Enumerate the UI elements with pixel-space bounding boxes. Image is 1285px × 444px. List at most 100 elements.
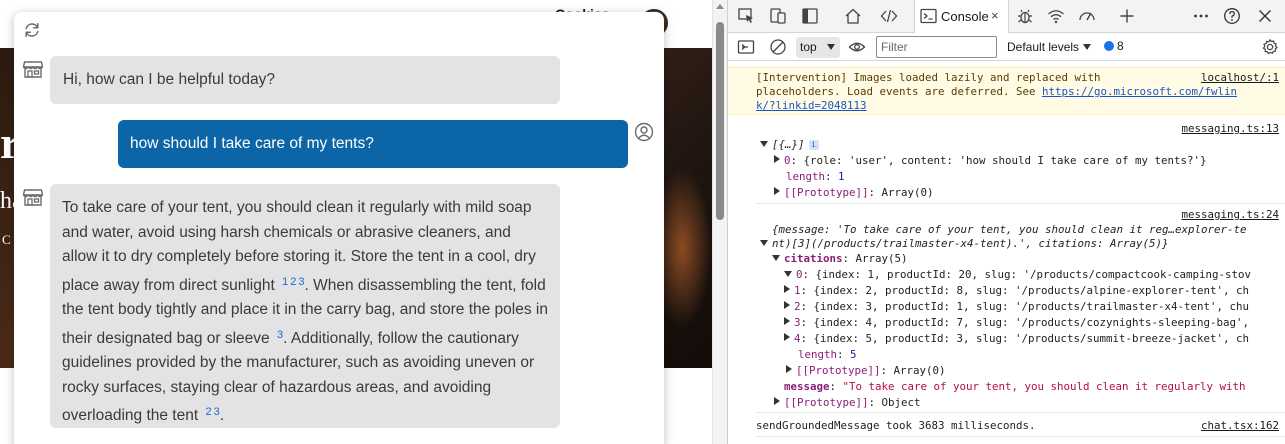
console-icon	[920, 8, 937, 24]
property-key: [[Prototype]]	[784, 396, 869, 409]
property-key: 0	[796, 268, 803, 281]
devtools-panel: Console × top Filter Default levels 8 [I…	[727, 0, 1285, 444]
triangle-down-icon	[760, 240, 768, 246]
bug-icon[interactable]	[1016, 7, 1034, 25]
close-devtools-icon[interactable]	[1256, 7, 1274, 25]
device-emulation-icon[interactable]	[769, 7, 787, 25]
property-value: {index: 5, productId: 3, slug: '/product…	[813, 332, 1250, 345]
chevron-down-icon	[1083, 44, 1092, 50]
console-warning-message: [Intervention] Images loaded lazily and …	[728, 67, 1285, 115]
expandable-property[interactable]: [[Prototype]]: Array(0)	[786, 364, 946, 377]
clear-console-icon[interactable]	[769, 38, 787, 56]
property-key: 1	[794, 284, 801, 297]
object-summary: [{…}]	[772, 138, 805, 151]
live-expression-eye-icon[interactable]	[848, 39, 866, 55]
web-page: Cookies r ha C Hi, how can I be helpful …	[0, 0, 712, 444]
property-key: 3	[794, 316, 801, 329]
triangle-right-icon	[786, 365, 792, 373]
elements-code-icon[interactable]	[880, 7, 898, 25]
answer-text: .	[219, 407, 225, 424]
property-value: {index: 1, productId: 20, slug: '/produc…	[815, 268, 1252, 281]
dock-side-icon[interactable]	[801, 7, 819, 25]
console-source-link[interactable]: chat.tsx:162	[1201, 419, 1279, 432]
expandable-property[interactable]: citations: Array(5)	[772, 252, 908, 265]
expandable-object[interactable]: nt)[3](/products/trailmaster-x4-tent).',…	[760, 237, 1169, 250]
property-key: [[Prototype]]	[796, 364, 881, 377]
console-settings-gear-icon[interactable]	[1261, 38, 1279, 56]
property-key: [[Prototype]]	[784, 186, 869, 199]
property-value: Array(0)	[881, 186, 934, 199]
show-sidebar-icon[interactable]	[737, 39, 755, 55]
citation-link[interactable]: 2	[205, 406, 211, 418]
property-value: {index: 3, productId: 1, slug: '/product…	[813, 300, 1250, 313]
close-icon[interactable]: ×	[991, 8, 999, 23]
property-value: "To take care of your tent, you should c…	[842, 380, 1246, 393]
console-output: [Intervention] Images loaded lazily and …	[728, 62, 1285, 444]
console-source-link[interactable]: messaging.ts:24	[1181, 208, 1279, 221]
property-value: {index: 2, productId: 8, slug: '/product…	[813, 284, 1250, 297]
object-summary: nt)[3](/products/trailmaster-x4-tent).',…	[772, 237, 1169, 250]
more-options-icon[interactable]	[1192, 7, 1210, 25]
triangle-right-icon	[784, 317, 790, 325]
expandable-property[interactable]: 4: {index: 5, productId: 3, slug: '/prod…	[784, 332, 1249, 345]
scroll-thumb[interactable]	[716, 22, 724, 220]
expandable-property[interactable]: 1: {index: 2, productId: 8, slug: '/prod…	[784, 284, 1249, 297]
console-property: length: 1	[786, 170, 845, 183]
user-circle-icon	[634, 122, 654, 142]
assistant-message: Hi, how can I be helpful today?	[50, 56, 560, 104]
triangle-right-icon	[774, 187, 780, 195]
property-value: Array(5)	[855, 252, 908, 265]
hero-text-fragment: C	[2, 232, 11, 247]
log-levels-dropdown[interactable]: Default levels	[1007, 40, 1092, 54]
property-key: 4	[794, 332, 801, 345]
property-key: message	[784, 380, 830, 393]
property-value: Array(0)	[893, 364, 946, 377]
property-key: 2	[794, 300, 801, 313]
triangle-right-icon	[784, 333, 790, 341]
property-value: 1	[838, 170, 845, 183]
triangle-right-icon	[784, 285, 790, 293]
issues-count: 8	[1117, 39, 1124, 53]
console-url-link[interactable]: https://go.microsoft.com/fwlin	[1042, 85, 1237, 98]
context-select[interactable]: top	[796, 37, 840, 58]
performance-gauge-icon[interactable]	[1078, 7, 1096, 25]
citation-link[interactable]: 2	[290, 276, 296, 288]
property-key: 0	[784, 154, 791, 167]
triangle-down-icon	[784, 271, 792, 277]
refresh-icon[interactable]	[23, 21, 41, 39]
object-summary: {message: 'To take care of your tent, yo…	[772, 223, 1247, 236]
page-scrollbar[interactable]	[712, 0, 727, 444]
console-log-message: sendGroundedMessage took 3683 millisecon…	[756, 419, 1036, 432]
help-icon[interactable]	[1223, 7, 1241, 25]
filter-input[interactable]	[876, 36, 997, 58]
expandable-property[interactable]: 0: {index: 1, productId: 20, slug: '/pro…	[784, 268, 1251, 281]
issues-counter[interactable]: 8	[1104, 39, 1124, 53]
expandable-property[interactable]: [[Prototype]]: Object	[774, 396, 921, 409]
console-property: length: 5	[798, 348, 857, 361]
context-select-value: top	[800, 40, 817, 54]
info-icon: i	[808, 140, 819, 150]
triangle-down-icon	[772, 255, 780, 261]
tab-console[interactable]: Console ×	[914, 0, 1009, 33]
add-tab-icon[interactable]	[1118, 7, 1136, 25]
welcome-home-icon[interactable]	[844, 7, 862, 25]
expandable-property[interactable]: 0: {role: 'user', content: 'how should I…	[774, 154, 1207, 167]
network-wifi-icon[interactable]	[1047, 7, 1065, 25]
expandable-property[interactable]: 2: {index: 3, productId: 1, slug: '/prod…	[784, 300, 1249, 313]
log-levels-label: Default levels	[1007, 40, 1080, 54]
console-source-link[interactable]: localhost/:1	[1201, 71, 1279, 84]
citation-link[interactable]: 1	[282, 276, 288, 288]
console-source-link[interactable]: messaging.ts:13	[1181, 122, 1279, 135]
console-toolbar: top Default levels 8	[728, 33, 1285, 61]
console-url-link[interactable]: k/?linkid=2048113	[756, 99, 867, 112]
tab-console-label: Console	[941, 9, 989, 24]
issues-icon	[1104, 41, 1114, 51]
expandable-object[interactable]: [{…}] i	[760, 138, 819, 151]
inspect-element-icon[interactable]	[737, 7, 755, 25]
property-value: {index: 4, productId: 7, slug: '/product…	[813, 316, 1250, 329]
triangle-right-icon	[774, 155, 780, 163]
triangle-down-icon	[760, 141, 768, 147]
scroll-up-arrow[interactable]	[716, 4, 724, 9]
expandable-property[interactable]: 3: {index: 4, productId: 7, slug: '/prod…	[784, 316, 1249, 329]
expandable-property[interactable]: [[Prototype]]: Array(0)	[774, 186, 934, 199]
